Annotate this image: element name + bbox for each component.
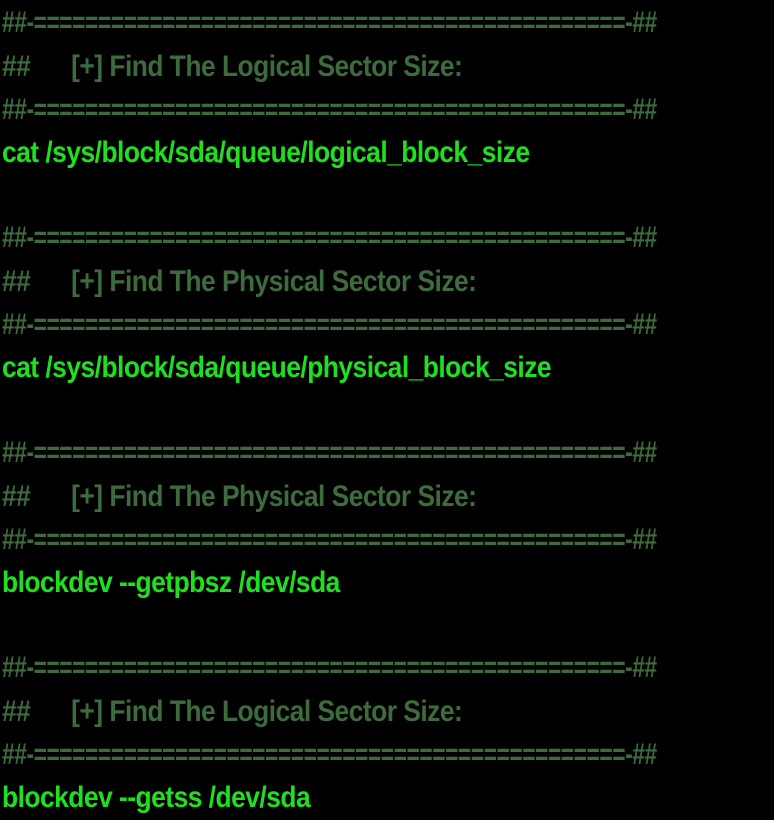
command-blockdev-getpbsz[interactable]: blockdev --getpbsz /dev/sda [2,565,340,601]
section-heading-physical-sector-size: ## [+] Find The Physical Sector Size: [2,480,477,513]
divider-line: ##-=====================================… [2,308,657,341]
section-heading-physical-sector-size: ## [+] Find The Physical Sector Size: [2,265,477,298]
divider-line: ##-=====================================… [2,436,657,469]
divider-line: ##-=====================================… [2,221,657,254]
command-cat-physical-block-size[interactable]: cat /sys/block/sda/queue/physical_block_… [2,350,552,386]
divider-line: ##-=====================================… [2,738,657,771]
section-heading-logical-sector-size: ## [+] Find The Logical Sector Size: [2,695,463,728]
divider-line: ##-=====================================… [2,93,657,126]
divider-line: ##-=====================================… [2,6,657,39]
divider-line: ##-=====================================… [2,523,657,556]
terminal-output: ##-=====================================… [0,0,774,820]
divider-line: ##-=====================================… [2,651,657,684]
section-heading-logical-sector-size: ## [+] Find The Logical Sector Size: [2,50,463,83]
command-cat-logical-block-size[interactable]: cat /sys/block/sda/queue/logical_block_s… [2,135,530,171]
command-blockdev-getss[interactable]: blockdev --getss /dev/sda [2,780,311,816]
